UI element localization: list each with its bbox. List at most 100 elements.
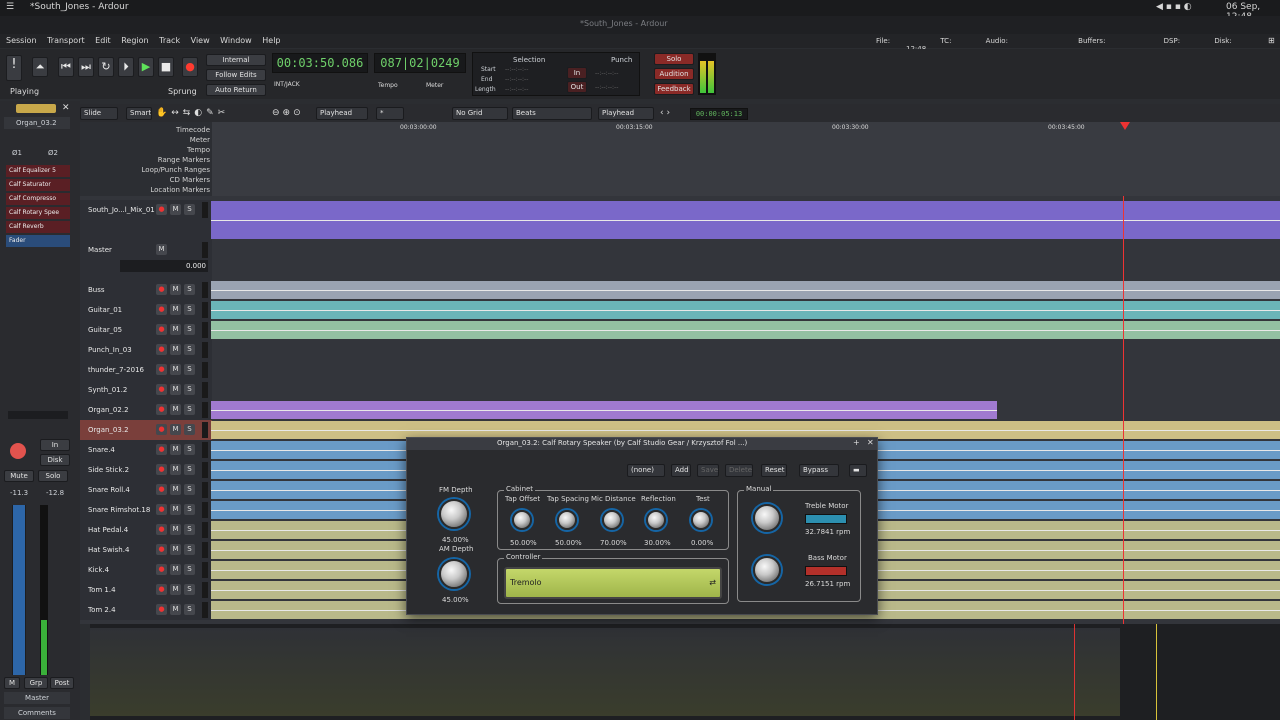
solo-button[interactable]: S	[184, 444, 195, 455]
follow-edits-button[interactable]: Follow Edits	[206, 69, 266, 81]
track-header[interactable]: Tom 2.4 ● M S	[80, 600, 212, 620]
solo-button[interactable]: S	[184, 544, 195, 555]
track-header[interactable]: Guitar_05 ● M S	[80, 320, 212, 340]
master-output-button[interactable]: Master	[4, 692, 70, 704]
mute-button[interactable]: M	[170, 384, 181, 395]
rec-enable-button[interactable]	[10, 443, 26, 459]
preset-save-button[interactable]: Save	[697, 464, 719, 477]
track-header[interactable]: Organ_03.2 ● M S	[80, 420, 212, 440]
mute-button[interactable]: M	[170, 464, 181, 475]
mute-button[interactable]: M	[156, 244, 167, 255]
solo-button[interactable]: S	[184, 384, 195, 395]
tool-icons[interactable]: ✋↔⇆◐✎✂	[156, 108, 256, 120]
playhead-marker[interactable]	[1120, 122, 1130, 130]
stop-icon[interactable]: ■	[158, 57, 174, 77]
rec-arm-button[interactable]: ●	[156, 584, 167, 595]
audio-region[interactable]	[211, 301, 1280, 319]
track-name[interactable]: Organ_03.2	[88, 426, 129, 434]
track-name[interactable]: Hat Pedal.4	[88, 526, 128, 534]
solo-button[interactable]: S	[184, 464, 195, 475]
track-lane[interactable]	[211, 360, 1280, 380]
track-name[interactable]: Side Stick.2	[88, 466, 129, 474]
ruler-range-markers[interactable]: Range Markers	[80, 155, 210, 165]
rec-arm-button[interactable]: ●	[156, 364, 167, 375]
menu-track[interactable]: Track	[159, 36, 180, 45]
nudge-icons[interactable]: ‹ ›	[660, 108, 670, 118]
treble-knob[interactable]	[753, 504, 781, 532]
smart-mode-button[interactable]: Smart	[126, 107, 152, 120]
mute-button[interactable]: M	[170, 344, 181, 355]
rec-arm-button[interactable]: ●	[156, 384, 167, 395]
plugin-close-icon[interactable]: ✕	[867, 438, 874, 447]
edit-point-dropdown[interactable]: Playhead	[598, 107, 654, 120]
close-icon[interactable]: ✕	[62, 103, 70, 113]
solo-button[interactable]: S	[184, 424, 195, 435]
track-header[interactable]: Tom 1.4 ● M S	[80, 580, 212, 600]
phase-1[interactable]: Ø1	[12, 149, 22, 157]
rec-arm-button[interactable]: ●	[156, 204, 167, 215]
solo-button[interactable]: S	[184, 404, 195, 415]
plugin-desc-button[interactable]: ▬	[849, 464, 867, 477]
phase-2[interactable]: Ø2	[48, 149, 58, 157]
punch-in-button[interactable]: In	[567, 67, 587, 79]
track-header[interactable]: Snare Roll.4 ● M S	[80, 480, 212, 500]
track-lane[interactable]	[211, 200, 1280, 240]
rec-arm-button[interactable]: ●	[156, 484, 167, 495]
controller-display[interactable]: Tremolo ⇄	[504, 567, 722, 599]
audio-region[interactable]	[211, 401, 997, 419]
plugin-fader[interactable]: Fader	[6, 235, 70, 247]
play-icon[interactable]: ▶	[138, 57, 154, 77]
ruler-timecode[interactable]: Timecode	[80, 125, 210, 135]
controller-arrow-icon[interactable]: ⇄	[709, 578, 716, 587]
mute-button[interactable]: M	[170, 404, 181, 415]
track-header[interactable]: Hat Pedal.4 ● M S	[80, 520, 212, 540]
play-range-icon[interactable]: ⏵	[118, 57, 134, 77]
plugin-rotary[interactable]: Calf Rotary Spee	[6, 207, 70, 219]
mute-button[interactable]: M	[170, 304, 181, 315]
track-header[interactable]: Side Stick.2 ● M S	[80, 460, 212, 480]
mute-button[interactable]: M	[170, 364, 181, 375]
track-header[interactable]: thunder_7-2016 ● M S	[80, 360, 212, 380]
input-button[interactable]: In	[40, 439, 70, 451]
plugin-reverb[interactable]: Calf Reverb	[6, 221, 70, 233]
tap-spacing-knob[interactable]	[557, 510, 577, 530]
summary-overview[interactable]	[90, 624, 1280, 720]
mute-button[interactable]: M	[170, 204, 181, 215]
mute-button[interactable]: M	[170, 284, 181, 295]
menu-edit[interactable]: Edit	[95, 36, 111, 45]
solo-button[interactable]: S	[184, 584, 195, 595]
track-name[interactable]: Organ_02.2	[88, 406, 129, 414]
menu-session[interactable]: Session	[6, 36, 37, 45]
audition-button[interactable]: Audition	[654, 68, 694, 80]
menu-view[interactable]: View	[191, 36, 210, 45]
master-fader-value[interactable]: 0.000	[120, 260, 208, 272]
internal-button[interactable]: Internal	[206, 54, 266, 66]
visible-tracks-dropdown[interactable]: *	[376, 107, 404, 120]
rec-arm-button[interactable]: ●	[156, 284, 167, 295]
solo-button[interactable]: S	[184, 324, 195, 335]
solo-button[interactable]: S	[184, 564, 195, 575]
pan-slider[interactable]	[8, 411, 68, 419]
rec-arm-button[interactable]: ●	[156, 324, 167, 335]
snap-dropdown[interactable]: Beats	[512, 107, 592, 120]
plugin-maximize-icon[interactable]: +	[853, 438, 860, 447]
track-name[interactable]: thunder_7-2016	[88, 366, 144, 374]
secondary-clock[interactable]: 087|02|0249	[374, 53, 466, 73]
app-menu-icon[interactable]: ☰	[6, 2, 14, 12]
rec-arm-button[interactable]: ●	[156, 464, 167, 475]
tap-offset-knob[interactable]	[512, 510, 532, 530]
track-name[interactable]: Guitar_05	[88, 326, 122, 334]
ruler-tempo[interactable]: Tempo	[80, 145, 210, 155]
rec-arm-button[interactable]: ●	[156, 424, 167, 435]
rec-arm-button[interactable]: ●	[156, 544, 167, 555]
track-lane[interactable]	[211, 300, 1280, 320]
solo-strip-button[interactable]: Solo	[38, 470, 68, 482]
plugin-saturator[interactable]: Calf Saturator	[6, 179, 70, 191]
menu-help[interactable]: Help	[262, 36, 280, 45]
mute-button[interactable]: M	[170, 544, 181, 555]
track-lane[interactable]	[211, 400, 1280, 420]
mic-distance-knob[interactable]	[602, 510, 622, 530]
primary-clock[interactable]: 00:03:50.086	[272, 53, 368, 73]
plugin-titlebar[interactable]: Organ_03.2: Calf Rotary Speaker (by Calf…	[407, 438, 877, 450]
loop-icon[interactable]: ↻	[98, 57, 114, 77]
